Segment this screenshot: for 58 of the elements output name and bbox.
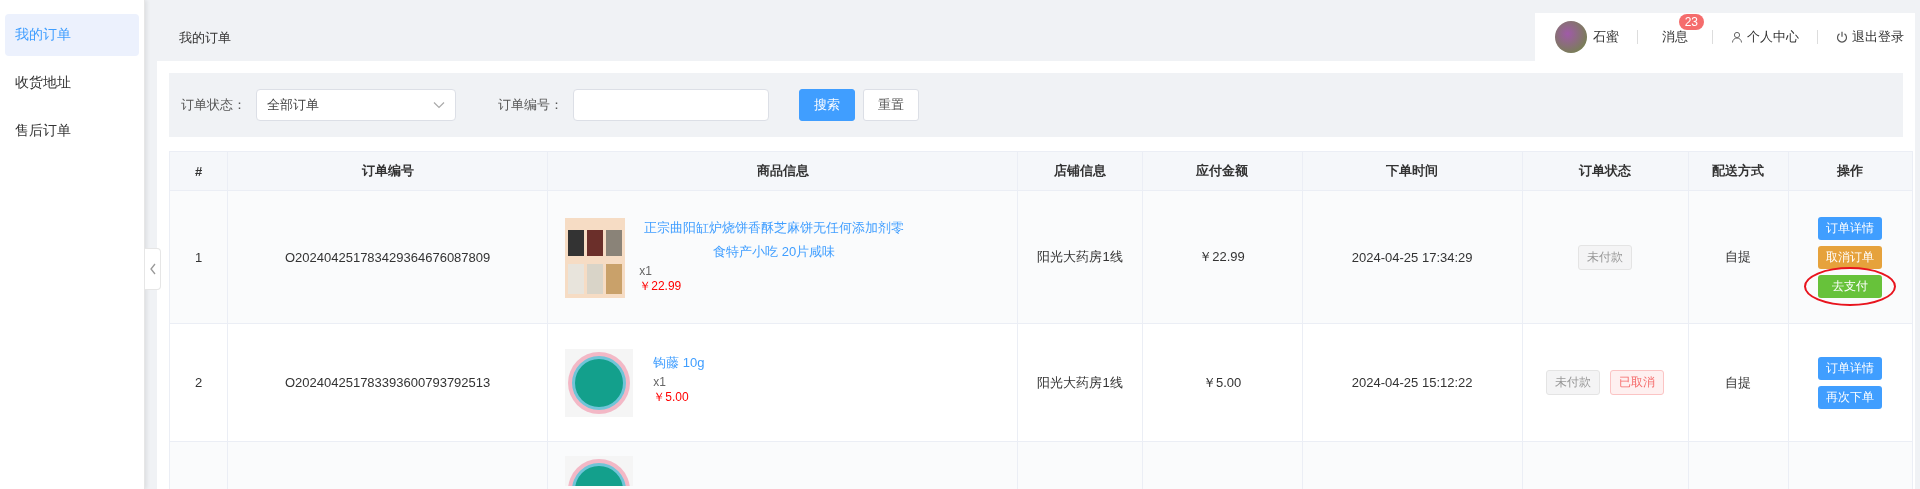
collapse-handle[interactable] [145,248,161,290]
amount-due: ￥5.00 [1202,374,1242,390]
product-price: ￥5.00 [653,389,690,406]
product-link[interactable]: 钩藤 10g [653,351,705,375]
order-number: O202404251783429364676087809 [284,249,491,265]
status-tag: 已取消 [1610,370,1665,395]
action-button[interactable]: 订单详情 [1818,216,1883,240]
column-header: # [169,151,228,191]
delivery-method: 自提 [1725,249,1752,264]
quantity-text: x1 [653,375,667,389]
order-time: 2024-04-25 17:34:29 [1351,249,1473,265]
table-cell: 1 [194,249,203,265]
order-number: O202404251783393600793792513 [284,375,491,390]
column-header: 订单状态 [1522,151,1689,191]
action-button[interactable]: 再次下单 [1818,385,1883,409]
shop-name: 阳光大药房1线 [1037,249,1123,264]
delivery-method: 自提 [1725,374,1752,390]
status-tag: 未付款 [1578,244,1633,270]
order-time: 2024-04-25 15:12:22 [1351,375,1473,390]
logout-link[interactable]: 退出登录 [1852,28,1904,46]
sidebar-item[interactable]: 我的订单 [5,14,139,56]
order-number-field[interactable] [573,89,769,121]
action-button[interactable]: 订单详情 [1818,356,1883,380]
column-header: 应付金额 [1142,151,1303,191]
user-icon [1731,31,1743,43]
page-title: 我的订单 [179,29,231,47]
column-header: 配送方式 [1688,151,1789,191]
sidebar-item[interactable]: 收货地址 [5,62,139,104]
column-header: 商品信息 [547,151,1018,191]
amount-due: ￥22.99 [1199,249,1245,264]
user-name: 石蜜 [1593,28,1619,46]
quantity-text: x1 [639,263,653,278]
profile-link[interactable]: 个人中心 [1747,28,1799,46]
chevron-left-icon [148,263,157,275]
reset-button[interactable]: 重置 [863,89,919,121]
message-count-badge: 23 [1678,14,1704,30]
product-price: ￥22.99 [639,277,683,295]
action-button[interactable]: 取消订单 [1818,245,1883,269]
column-header: 操作 [1788,151,1913,191]
product-photo-placeholder [565,456,634,486]
status-label: 订单状态： [181,96,246,114]
product-link[interactable]: 正宗曲阳缸炉烧饼香酥芝麻饼无任何添加剂零食特产小吃 20片咸味 [639,215,910,264]
shop-name: 阳光大药房1线 [1037,374,1123,390]
avatar-photo-placeholder [1555,21,1587,53]
chevron-down-icon [433,101,445,109]
status-select[interactable]: 全部订单 [256,89,456,121]
power-icon [1836,31,1848,43]
action-button[interactable]: 去支付 [1818,274,1883,298]
search-button[interactable]: 搜索 [799,89,855,121]
table-cell: 2 [194,375,203,390]
column-header: 订单编号 [227,151,548,191]
column-header: 下单时间 [1302,151,1523,191]
messages-link[interactable]: 消息 [1662,28,1688,46]
order-number-label: 订单编号： [498,96,563,114]
status-tag: 未付款 [1546,370,1601,395]
sidebar-item[interactable]: 售后订单 [5,110,139,152]
product-photo-placeholder [565,349,634,417]
column-header: 店铺信息 [1017,151,1143,191]
